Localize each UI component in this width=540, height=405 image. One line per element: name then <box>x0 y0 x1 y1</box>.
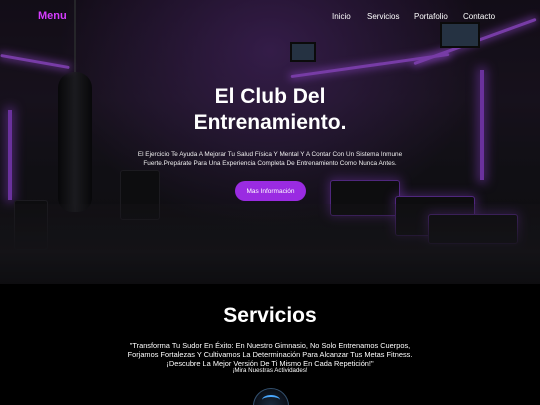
nav-link-contacto[interactable]: Contacto <box>463 12 495 21</box>
hero-text-line1: El Ejercicio Te Ayuda A Mejorar Tu Salud… <box>137 151 403 158</box>
hero-title-line2: Entrenamiento. <box>193 111 347 134</box>
nav-link-inicio[interactable]: Inicio <box>332 12 351 21</box>
services-description: "Transforma Tu Sudor En Éxito: En Nuestr… <box>80 341 460 368</box>
services-text-line1: "Transforma Tu Sudor En Éxito: En Nuestr… <box>129 341 411 350</box>
hero-text-line2: Fuerte.Prepárate Para Una Experiencia Co… <box>143 159 397 167</box>
services-text-line2: Forjamos Fortalezas Y Cultivamos La Dete… <box>127 350 413 359</box>
services-section: Servicios "Transforma Tu Sudor En Éxito:… <box>0 284 540 405</box>
nav-link-portafolio[interactable]: Portafolio <box>414 12 448 21</box>
activities-subtitle: ¡Mira Nuestras Actividades! <box>232 367 308 374</box>
top-navigation: Menu Inicio Servicios Portafolio Contact… <box>0 0 540 34</box>
nav-link-servicios[interactable]: Servicios <box>367 12 399 21</box>
activity-image-icon[interactable] <box>253 388 289 405</box>
hero-section: Menu Inicio Servicios Portafolio Contact… <box>0 0 540 284</box>
hero-title-line1: El Club Del <box>214 85 326 108</box>
hero-title: El Club Del Entrenamiento. <box>0 84 540 136</box>
services-title: Servicios <box>223 304 317 327</box>
hero-overlay <box>0 0 540 284</box>
brand-menu-logo[interactable]: Menu <box>38 10 67 22</box>
hero-description: El Ejercicio Te Ayuda A Mejorar Tu Salud… <box>120 151 420 168</box>
more-info-button[interactable]: Mas Información <box>235 181 306 201</box>
